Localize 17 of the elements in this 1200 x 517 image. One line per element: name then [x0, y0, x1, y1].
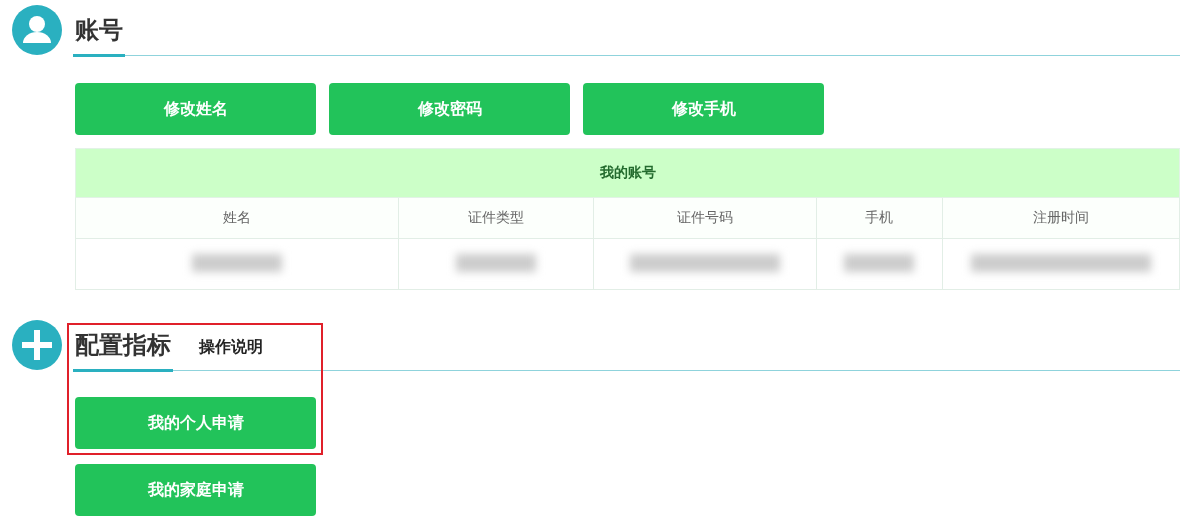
- instructions-link[interactable]: 操作说明: [199, 337, 263, 370]
- column-header: 姓名: [75, 197, 399, 239]
- action-button[interactable]: 修改手机: [583, 83, 824, 135]
- action-button[interactable]: 修改姓名: [75, 83, 316, 135]
- plus-icon: [12, 320, 62, 370]
- user-icon: [12, 5, 62, 55]
- action-button[interactable]: 我的个人申请: [75, 397, 316, 449]
- column-header: 证件号码: [593, 197, 817, 239]
- section-title: 配置指标: [73, 329, 173, 372]
- blurred-value: [844, 253, 915, 272]
- column-header: 证件类型: [398, 197, 594, 239]
- column-header: 手机: [816, 197, 943, 239]
- column-header: 注册时间: [942, 197, 1180, 239]
- action-button[interactable]: 修改密码: [329, 83, 570, 135]
- table-caption: 我的账号: [75, 148, 1180, 198]
- section-title: 账号: [73, 14, 125, 57]
- action-button[interactable]: 我的家庭申请: [75, 464, 316, 516]
